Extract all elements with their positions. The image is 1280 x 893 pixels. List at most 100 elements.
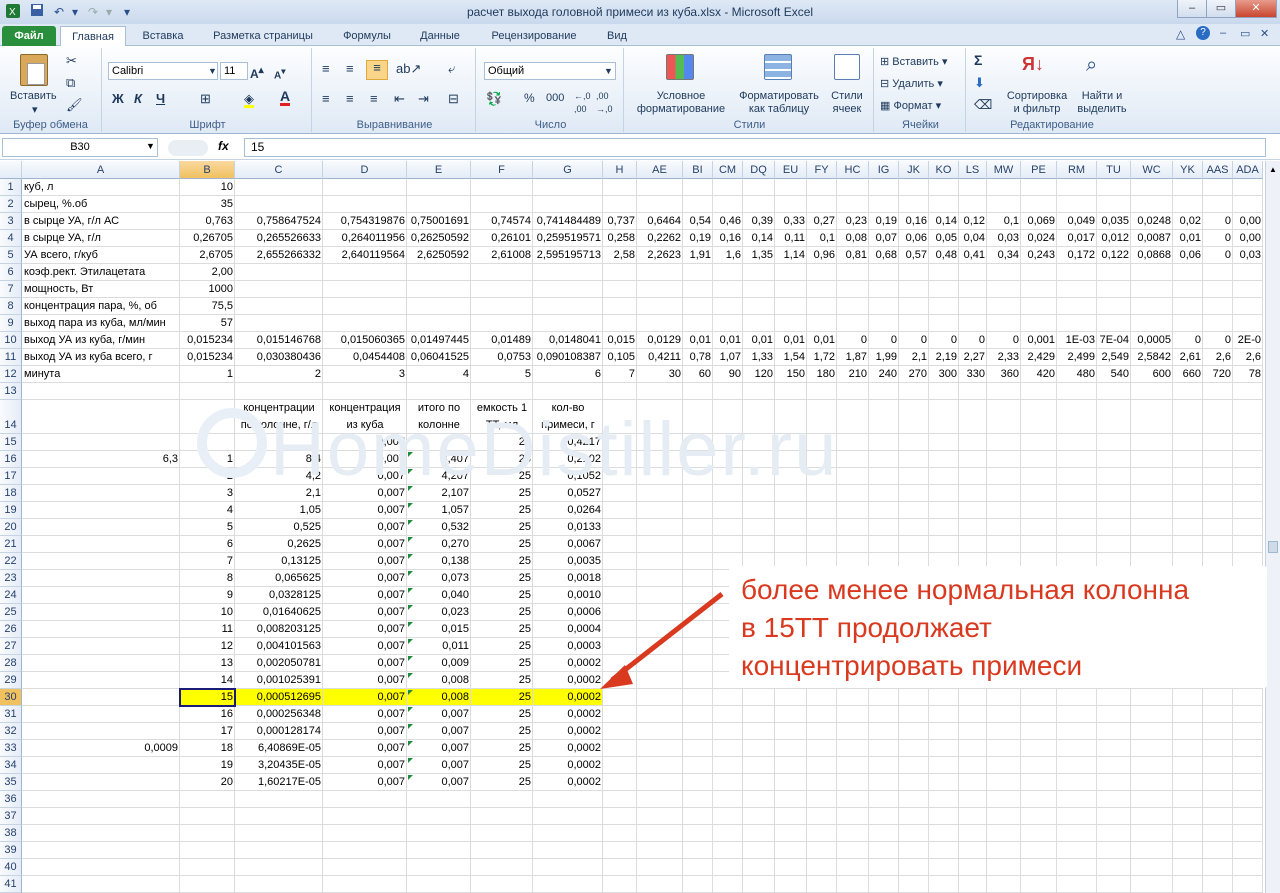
error-indicator-icon[interactable] (408, 571, 413, 576)
value-cell[interactable]: 6,3 (22, 451, 180, 468)
value-cell[interactable]: 0,007 (407, 740, 471, 757)
grid-cell[interactable] (837, 876, 869, 893)
grid-cell[interactable] (683, 808, 713, 825)
scroll-thumb[interactable] (1268, 541, 1278, 553)
value-cell[interactable]: 150 (775, 366, 807, 383)
grid-cell[interactable] (869, 842, 899, 859)
grid-cell[interactable] (959, 825, 987, 842)
value-cell[interactable]: 1,91 (683, 247, 713, 264)
value-cell[interactable]: 0,06041525 (407, 349, 471, 366)
value-cell[interactable]: 2,61 (1173, 349, 1203, 366)
grid-cell[interactable] (1057, 502, 1097, 519)
grid-cell[interactable] (929, 774, 959, 791)
grid-cell[interactable] (959, 723, 987, 740)
value-cell[interactable]: 2,2623 (637, 247, 683, 264)
value-cell[interactable]: 0,015 (407, 621, 471, 638)
value-cell[interactable]: 25 (471, 723, 533, 740)
grid-cell[interactable] (899, 196, 929, 213)
delete-cells-button[interactable]: ⊟ Удалить ▾ (880, 78, 943, 91)
grid-cell[interactable] (1131, 468, 1173, 485)
grid-cell[interactable] (1057, 859, 1097, 876)
grid-cell[interactable] (1173, 451, 1203, 468)
column-header[interactable]: AE (637, 161, 683, 179)
grid-cell[interactable] (683, 791, 713, 808)
grid-cell[interactable] (637, 842, 683, 859)
grid-cell[interactable] (1233, 400, 1263, 434)
value-cell[interactable]: 0,008 (407, 689, 471, 706)
grid-cell[interactable] (929, 740, 959, 757)
grid-cell[interactable] (987, 774, 1021, 791)
grid-cell[interactable] (899, 468, 929, 485)
error-indicator-icon[interactable] (408, 775, 413, 780)
grid-cell[interactable] (22, 468, 180, 485)
italic-button[interactable]: К (134, 92, 142, 105)
grid-cell[interactable] (807, 383, 837, 400)
grid-cell[interactable] (713, 264, 743, 281)
grid-cell[interactable] (471, 859, 533, 876)
grid-cell[interactable] (713, 298, 743, 315)
grid-cell[interactable] (743, 842, 775, 859)
value-cell[interactable]: 0,763 (180, 213, 235, 230)
name-box[interactable]: B30 (2, 138, 158, 157)
grid-cell[interactable] (1021, 706, 1057, 723)
value-cell[interactable]: 0,138 (407, 553, 471, 570)
grid-cell[interactable] (603, 298, 637, 315)
grid-cell[interactable] (929, 383, 959, 400)
orientation-icon[interactable]: ab↗ (396, 62, 421, 75)
value-cell[interactable]: 0,007 (407, 723, 471, 740)
value-cell[interactable]: 1,99 (869, 349, 899, 366)
grid-cell[interactable] (775, 196, 807, 213)
grid-cell[interactable] (1203, 723, 1233, 740)
grid-cell[interactable] (235, 196, 323, 213)
value-cell[interactable]: 0,1 (987, 213, 1021, 230)
value-cell[interactable]: 1,33 (743, 349, 775, 366)
grid-cell[interactable] (1173, 791, 1203, 808)
value-cell[interactable]: 0 (869, 332, 899, 349)
grid-cell[interactable] (837, 536, 869, 553)
grid-cell[interactable] (603, 502, 637, 519)
grid-cell[interactable] (533, 791, 603, 808)
grid-cell[interactable] (1057, 519, 1097, 536)
format-cells-button[interactable]: ▦ Формат ▾ (880, 100, 941, 113)
grid-cell[interactable] (837, 825, 869, 842)
grid-cell[interactable] (683, 587, 713, 604)
grid-cell[interactable] (407, 825, 471, 842)
grid-cell[interactable] (637, 264, 683, 281)
grid-cell[interactable] (683, 281, 713, 298)
grid-cell[interactable] (1203, 281, 1233, 298)
value-cell[interactable]: 0,11 (775, 230, 807, 247)
value-cell[interactable]: 0,54 (683, 213, 713, 230)
select-all-corner[interactable] (0, 161, 22, 179)
value-cell[interactable]: 25 (471, 672, 533, 689)
grid-cell[interactable] (1131, 264, 1173, 281)
value-cell[interactable]: 0,000512695 (235, 689, 323, 706)
grid-cell[interactable] (929, 315, 959, 332)
value-cell[interactable]: 1,54 (775, 349, 807, 366)
grid-cell[interactable] (1057, 179, 1097, 196)
column-header[interactable]: HC (837, 161, 869, 179)
grid-cell[interactable] (1097, 298, 1131, 315)
doc-minimize-icon[interactable]: – (1220, 27, 1226, 39)
grid-cell[interactable] (637, 383, 683, 400)
value-cell[interactable]: 0,073 (407, 570, 471, 587)
grid-cell[interactable] (775, 689, 807, 706)
grid-cell[interactable] (775, 179, 807, 196)
grid-cell[interactable] (775, 264, 807, 281)
align-center-icon[interactable]: ≡ (346, 92, 354, 105)
grid-cell[interactable] (235, 842, 323, 859)
value-cell[interactable]: 0 (959, 332, 987, 349)
value-cell[interactable]: 0,0067 (533, 536, 603, 553)
grid-cell[interactable] (929, 706, 959, 723)
value-cell[interactable]: 0,41 (959, 247, 987, 264)
grid-cell[interactable] (869, 723, 899, 740)
grid-cell[interactable] (713, 706, 743, 723)
grid-cell[interactable] (807, 264, 837, 281)
grid-cell[interactable] (471, 298, 533, 315)
shrink-font-icon[interactable]: A▾ (274, 65, 285, 82)
grid-cell[interactable] (837, 468, 869, 485)
grid-cell[interactable] (533, 808, 603, 825)
row-header[interactable]: 27 (0, 638, 22, 655)
tab-review[interactable]: Рецензирование (478, 26, 590, 46)
grid-cell[interactable] (959, 179, 987, 196)
grid-cell[interactable] (533, 298, 603, 315)
